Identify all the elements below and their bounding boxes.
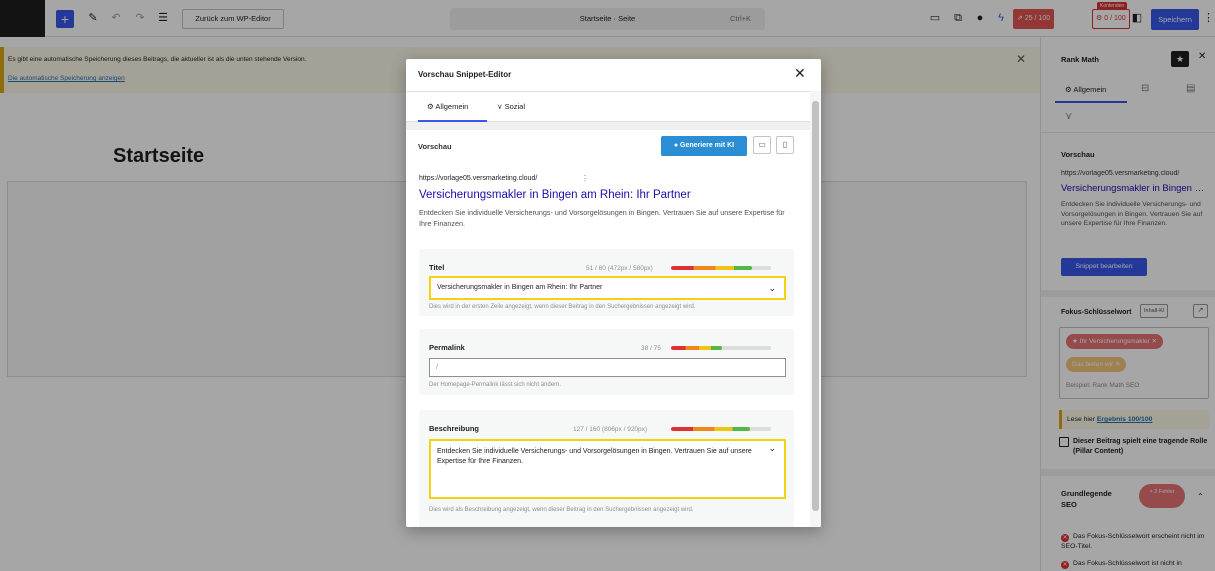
permalink-input[interactable]: / (429, 358, 786, 377)
more-options-icon[interactable]: ⋮ (581, 174, 589, 183)
chevron-down-icon[interactable]: ⌄ (768, 443, 776, 453)
button-label: Generiere mit KI (680, 142, 735, 149)
tab-allgemein[interactable]: ⚙ Allgemein (427, 102, 468, 111)
permalink-char-count: 38 / 75 (641, 345, 661, 352)
tab-label: Sozial (504, 102, 526, 111)
permalink-length-bar (671, 346, 771, 350)
modal-tabs: ⚙ Allgemein ⋎ Sozial (406, 92, 810, 122)
snippet-editor-modal: Vorschau Snippet-Editor ✕ ⚙ Allgemein ⋎ … (406, 59, 821, 527)
modal-body: ⚙ Allgemein ⋎ Sozial Vorschau ● Generier… (406, 91, 810, 527)
tab-label: Allgemein (435, 102, 469, 111)
description-field-group: Beschreibung 127 / 160 (806px / 920px) E… (419, 410, 794, 527)
title-value: Versicherungsmakler in Bingen am Rhein: … (437, 284, 603, 291)
modal-title: Vorschau Snippet-Editor (418, 70, 512, 79)
description-length-bar (671, 427, 771, 431)
preview-url: https://vorlage05.versmarketing.cloud/ (419, 175, 538, 182)
desktop-preview-icon[interactable]: ▭ (753, 136, 771, 154)
generate-ai-button[interactable]: ● Generiere mit KI (661, 136, 747, 156)
chevron-down-icon[interactable]: ⌄ (768, 278, 776, 298)
modal-scrollbar[interactable] (810, 91, 821, 527)
preview-heading: Vorschau (418, 142, 452, 151)
tab-sozial[interactable]: ⋎ Sozial (497, 102, 525, 111)
preview-description: Entdecken Sie individuelle Versicherungs… (419, 208, 785, 228)
title-length-bar (671, 266, 771, 270)
title-field-group: Titel 51 / 60 (472px / 580px) Versicheru… (419, 249, 794, 316)
preview-link[interactable]: Versicherungsmakler in Bingen am Rhein: … (419, 189, 691, 201)
field-label: Beschreibung (429, 424, 480, 433)
active-tab-indicator (418, 120, 487, 122)
length-bar-fill (671, 427, 750, 431)
field-label: Titel (429, 263, 445, 272)
close-icon[interactable]: ✕ (794, 65, 806, 82)
length-bar-fill (671, 346, 722, 350)
description-char-count: 127 / 160 (806px / 920px) (573, 426, 648, 433)
field-help: Der Homepage-Permalink lässt sich nicht … (429, 382, 562, 388)
mobile-preview-icon[interactable]: ▯ (776, 136, 794, 154)
field-help: Dies wird in der ersten Zeile angezeigt,… (429, 304, 696, 310)
modal-card: Vorschau ● Generiere mit KI ▭ ▯ https://… (406, 130, 810, 527)
title-char-count: 51 / 60 (472px / 580px) (586, 265, 653, 272)
description-value: Entdecken Sie individuelle Versicherungs… (437, 448, 752, 465)
description-textarea[interactable]: Entdecken Sie individuelle Versicherungs… (429, 439, 786, 499)
field-label: Permalink (429, 343, 465, 352)
field-help: Dies wird als Beschreibung angezeigt, we… (429, 507, 694, 513)
scrollbar-thumb[interactable] (812, 101, 819, 511)
title-input[interactable]: Versicherungsmakler in Bingen am Rhein: … (429, 276, 786, 300)
length-bar-fill (671, 266, 752, 270)
permalink-field-group: Permalink 38 / 75 / Der Homepage-Permali… (419, 329, 794, 395)
